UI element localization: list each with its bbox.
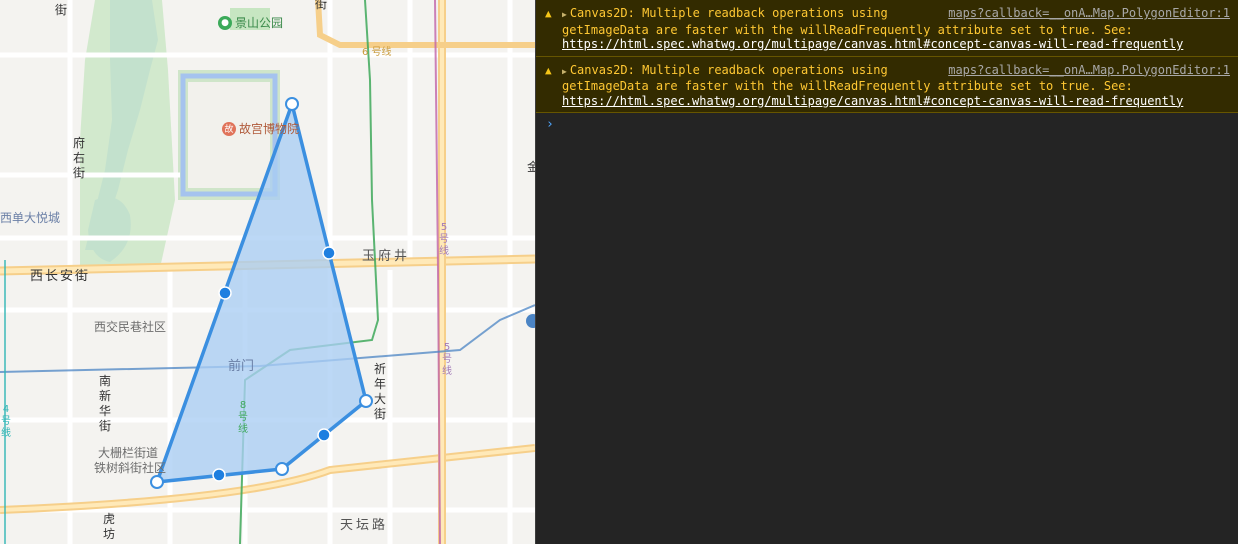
label-line8: 8号线	[238, 400, 248, 435]
polygon-midpoint-handle[interactable]	[322, 246, 336, 260]
museum-icon: 故	[222, 121, 236, 136]
expand-triangle-icon[interactable]: ▶	[562, 67, 567, 76]
warning-spec-link[interactable]: https://html.spec.whatwg.org/multipage/c…	[562, 37, 1183, 51]
poi-palace-museum[interactable]: 故 故宫博物院	[222, 120, 299, 137]
console-warning[interactable]: ▲ maps?callback=__onA…Map.PolygonEditor:1…	[536, 56, 1238, 113]
park-area-west	[80, 0, 175, 270]
label-xijiaominxiang: 西交民巷社区	[94, 320, 167, 334]
polygon-midpoint-handle[interactable]	[218, 286, 232, 300]
warning-text-line2: getImageData are faster with the willRea…	[562, 22, 1133, 37]
label-line5-south: 5号线	[442, 342, 452, 377]
polygon-midpoint-handle[interactable]	[212, 468, 226, 482]
console-warning[interactable]: ▲ maps?callback=__onA…Map.PolygonEditor:1…	[536, 0, 1238, 57]
warning-text-line1: Canvas2D: Multiple readback operations u…	[569, 62, 888, 77]
polygon-vertex-handle[interactable]	[285, 97, 299, 111]
label-tieshuxie: 铁树斜街社区	[94, 461, 167, 475]
label-dashilan: 大栅栏街道	[98, 446, 159, 460]
warning-icon: ▲	[545, 63, 552, 77]
subway-station-icon[interactable]	[526, 314, 535, 328]
polygon-midpoint-handle[interactable]	[317, 428, 331, 442]
label-line5-north: 5号线	[439, 222, 449, 257]
label-tiantanlu: 天坛路	[340, 518, 389, 533]
label-qianmen: 前门	[228, 359, 255, 374]
label-xichang-anjie: 西长安街	[30, 269, 91, 284]
label-line6: 6 号线	[362, 47, 392, 58]
warning-source-link[interactable]: maps?callback=__onA…Map.PolygonEditor:1	[948, 63, 1230, 78]
label-right-edge: 金	[527, 160, 535, 174]
poi-jingshan-park[interactable]: ● 景山公园	[218, 14, 283, 31]
label-line4: 4号线	[1, 404, 11, 439]
label-wangfujing: 玉府井	[362, 249, 411, 264]
warning-icon: ▲	[545, 7, 552, 20]
park-icon: ●	[218, 15, 232, 30]
label-fuyoujie: 府右街	[72, 136, 85, 180]
polygon-vertex-handle[interactable]	[359, 394, 373, 408]
label-jie-mid: 街	[314, 0, 327, 11]
warning-spec-link[interactable]: https://html.spec.whatwg.org/multipage/c…	[562, 94, 1183, 108]
polygon-vertex-handle[interactable]	[275, 462, 289, 476]
devtools-console[interactable]: ▲ maps?callback=__onA…Map.PolygonEditor:1…	[535, 0, 1238, 544]
label-hufang: 虎坊	[102, 512, 115, 541]
polygon-vertex-handle[interactable]	[150, 475, 164, 489]
map-canvas[interactable]: ● 景山公园 故 故宫博物院 街 街 府右街 西单大悦城 西长安街 玉府井 西交…	[0, 0, 535, 544]
label-qiniandajie: 祈年大街	[373, 362, 386, 421]
console-messages: ▲ maps?callback=__onA…Map.PolygonEditor:1…	[536, 0, 1238, 113]
warning-text-line1: Canvas2D: Multiple readback operations u…	[569, 6, 888, 20]
warning-text-line2: getImageData are faster with the willRea…	[562, 79, 1133, 93]
label-nanxinhuajie: 南新华街	[98, 374, 111, 433]
label-xidan: 西单大悦城	[0, 211, 61, 225]
console-prompt[interactable]: ›	[536, 113, 1238, 136]
prompt-chevron-icon: ›	[546, 117, 554, 132]
expand-triangle-icon[interactable]: ▶	[562, 10, 567, 19]
warning-source-link[interactable]: maps?callback=__onA…Map.PolygonEditor:1	[948, 6, 1230, 21]
label-jie-left: 街	[54, 3, 67, 17]
